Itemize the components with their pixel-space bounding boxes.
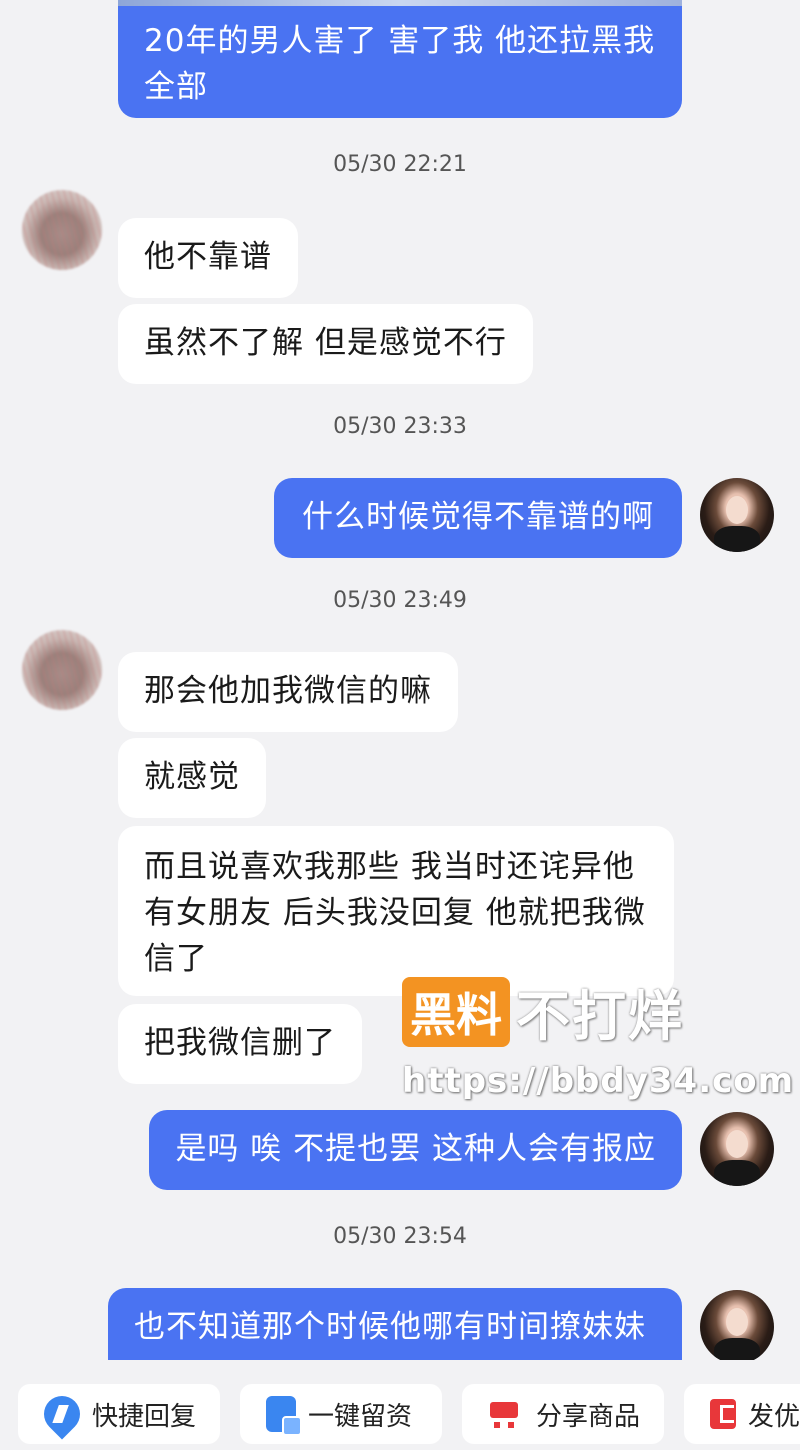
quick-action-label: 快捷回复 xyxy=(92,1401,197,1432)
message-text: 是吗 唉 不提也罢 这种人会有报应 xyxy=(175,1131,656,1167)
user-avatar[interactable] xyxy=(700,1290,774,1364)
message-text: 把我微信删了 xyxy=(144,1025,336,1061)
chat-bubble-contact[interactable]: 他不靠谱 xyxy=(118,218,298,298)
watermark-brand-text: 不打烊 xyxy=(516,985,684,1048)
share-product-button[interactable]: 分享商品 xyxy=(462,1384,664,1444)
message-text: 也不知道那个时候他哪有时间撩妹妹 xyxy=(134,1309,646,1345)
message-text: 虽然不了解 但是感觉不行 xyxy=(144,325,507,361)
lightning-icon xyxy=(36,1388,88,1440)
chat-bubble-contact[interactable]: 就感觉 xyxy=(118,738,266,818)
chat-bubble-contact[interactable]: 而且说喜欢我那些 我当时还诧异他 有女朋友 后头我没回复 他就把我微 信了 xyxy=(118,826,674,996)
message-line: 20年的男人害了 害了我 他还拉黑我 xyxy=(144,23,656,59)
send-coupon-button[interactable]: 发优 xyxy=(684,1384,800,1444)
timestamp: 05/30 23:54 xyxy=(333,1224,467,1249)
chat-bubble-self[interactable]: 是吗 唉 不提也罢 这种人会有报应 xyxy=(149,1110,682,1190)
contact-avatar[interactable] xyxy=(22,630,102,710)
quick-reply-button[interactable]: 快捷回复 xyxy=(18,1384,220,1444)
message-text: 那会他加我微信的嘛 xyxy=(144,673,432,709)
message-line: 有女朋友 后头我没回复 他就把我微 xyxy=(144,895,646,931)
message-text: 什么时候觉得不靠谱的啊 xyxy=(302,499,654,535)
quick-action-label: 分享商品 xyxy=(536,1401,641,1432)
user-avatar[interactable] xyxy=(700,1112,774,1186)
chat-bubble-self[interactable]: 也不知道那个时候他哪有时间撩妹妹 xyxy=(108,1288,682,1360)
contact-avatar[interactable] xyxy=(22,190,102,270)
chat-bubble-contact[interactable]: 把我微信删了 xyxy=(118,1004,362,1084)
chat-bubble-self[interactable]: 20年的男人害了 害了我 他还拉黑我 全部 xyxy=(118,6,682,118)
chat-bubble-self[interactable]: 什么时候觉得不靠谱的啊 xyxy=(274,478,682,558)
chat-bubble-contact[interactable]: 那会他加我微信的嘛 xyxy=(118,652,458,732)
coupon-icon xyxy=(710,1399,736,1429)
message-text: 就感觉 xyxy=(144,759,240,795)
user-avatar[interactable] xyxy=(700,478,774,552)
message-text: 他不靠谱 xyxy=(144,239,272,275)
chat-screen: 20年的男人害了 害了我 他还拉黑我 全部 05/30 22:21 他不靠谱 虽… xyxy=(0,0,800,1450)
watermark-brand-box: 黑料 xyxy=(402,976,510,1047)
timestamp: 05/30 22:21 xyxy=(333,152,467,177)
message-line: 而且说喜欢我那些 我当时还诧异他 xyxy=(144,849,635,885)
watermark: 黑料 不打烊 https://bbdy34.com xyxy=(402,972,794,1101)
watermark-url: https://bbdy34.com xyxy=(402,1061,795,1101)
form-icon xyxy=(266,1396,302,1436)
message-line: 全部 xyxy=(144,69,208,105)
lead-capture-button[interactable]: 一键留资 xyxy=(240,1384,442,1444)
quick-action-label: 发优 xyxy=(747,1401,800,1432)
cart-icon xyxy=(488,1396,524,1432)
chat-bubble-contact[interactable]: 虽然不了解 但是感觉不行 xyxy=(118,304,533,384)
timestamp: 05/30 23:33 xyxy=(333,414,467,439)
quick-action-label: 一键留资 xyxy=(308,1401,413,1432)
timestamp: 05/30 23:49 xyxy=(333,588,467,613)
